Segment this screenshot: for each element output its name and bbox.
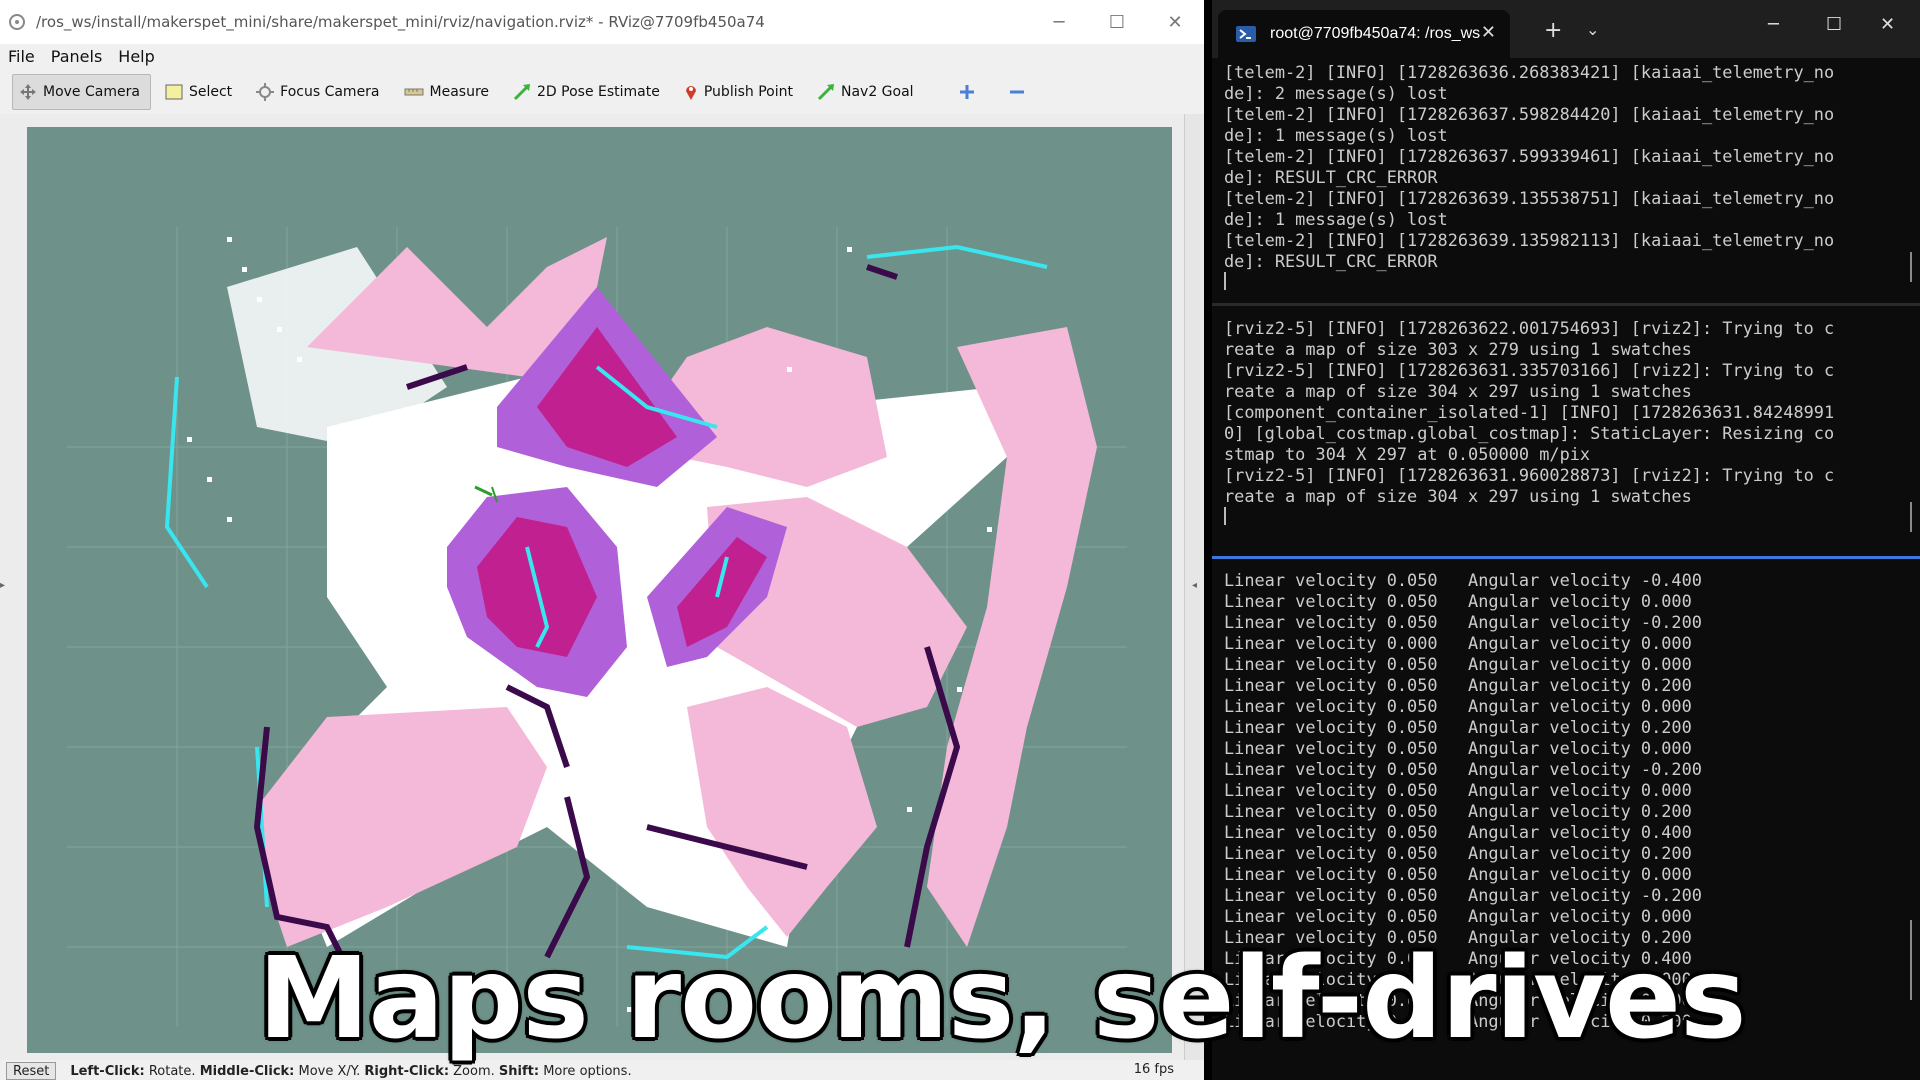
new-tab-button[interactable]: + <box>1544 18 1562 43</box>
hint-move: Move X/Y. <box>298 1063 361 1079</box>
left-dock-handle[interactable]: ▸ <box>0 580 5 591</box>
costmap-render <box>67 227 1127 1027</box>
move-camera-icon <box>19 83 37 101</box>
pose-estimate-tool[interactable]: 2D Pose Estimate <box>507 74 670 110</box>
close-tab-icon[interactable]: ✕ <box>1481 22 1496 43</box>
maximize-button[interactable]: ☐ <box>1088 0 1146 44</box>
hint-more: More options. <box>543 1063 632 1079</box>
move-camera-tool[interactable]: Move Camera <box>12 74 151 110</box>
scrollbar[interactable] <box>1910 502 1912 532</box>
scrollbar[interactable] <box>1910 252 1912 282</box>
hint-right-click: Right-Click: <box>364 1063 450 1079</box>
ruler-icon <box>404 87 424 97</box>
terminal-minimize-button[interactable]: ─ <box>1768 14 1779 35</box>
status-bar: Reset Left-Click: Rotate. Middle-Click: … <box>0 1062 1204 1080</box>
menu-help[interactable]: Help <box>118 47 154 66</box>
focus-camera-icon <box>256 83 275 101</box>
right-dock-handle[interactable]: ◂ <box>1192 580 1197 591</box>
hint-rotate: Rotate. <box>148 1063 196 1079</box>
menubar: File Panels Help <box>0 44 1204 69</box>
nav2-goal-tool[interactable]: Nav2 Goal <box>811 74 924 110</box>
window-title: /ros_ws/install/makerspet_mini/share/mak… <box>36 13 765 31</box>
rviz-log: [rviz2-5] [INFO] [1728263622.001754693] … <box>1224 318 1835 506</box>
terminal-icon <box>1236 26 1256 42</box>
green-arrow-icon <box>513 83 531 101</box>
select-tool[interactable]: Select <box>159 74 242 110</box>
terminal-pane-rviz-log[interactable]: [rviz2-5] [INFO] [1728263622.001754693] … <box>1212 318 1920 554</box>
publish-point-tool[interactable]: Publish Point <box>678 74 803 110</box>
pose-estimate-label: 2D Pose Estimate <box>537 84 660 100</box>
focus-camera-label: Focus Camera <box>280 84 380 100</box>
terminal-tab-title: root@7709fb450a74: /ros_ws <box>1270 25 1481 42</box>
green-arrow-icon <box>817 83 835 101</box>
hint-shift: Shift: <box>498 1063 540 1079</box>
hint-middle-click: Middle-Click: <box>199 1063 295 1079</box>
pane-divider-active[interactable] <box>1212 556 1920 559</box>
hint-left-click: Left-Click: <box>70 1063 145 1079</box>
terminal-close-button[interactable]: ✕ <box>1880 14 1895 35</box>
terminal-window: root@7709fb450a74: /ros_ws ✕ + ⌄ ─ ☐ ✕ [… <box>1212 0 1920 1080</box>
measure-tool[interactable]: Measure <box>398 74 500 110</box>
prompt-cursor-1 <box>1212 272 1920 295</box>
scrollbar[interactable] <box>1910 920 1912 1000</box>
telemetry-log: [telem-2] [INFO] [1728263636.268383421] … <box>1224 62 1835 271</box>
terminal-maximize-button[interactable]: ☐ <box>1826 14 1842 35</box>
rviz-window: /ros_ws/install/makerspet_mini/share/mak… <box>0 0 1204 1080</box>
3d-viewport[interactable] <box>27 127 1172 1053</box>
add-tool-button[interactable] <box>952 77 982 107</box>
terminal-tabbar[interactable]: root@7709fb450a74: /ros_ws ✕ + ⌄ ─ ☐ ✕ <box>1212 0 1920 58</box>
close-button[interactable]: ✕ <box>1146 0 1204 44</box>
remove-tool-button[interactable] <box>1002 77 1032 107</box>
pane-divider[interactable] <box>1212 303 1920 306</box>
publish-point-label: Publish Point <box>703 84 793 100</box>
focus-camera-tool[interactable]: Focus Camera <box>250 74 389 110</box>
terminal-pane-telemetry[interactable]: [telem-2] [INFO] [1728263636.268383421] … <box>1212 62 1920 302</box>
terminal-tab[interactable]: root@7709fb450a74: /ros_ws ✕ <box>1218 10 1510 58</box>
plus-icon <box>959 85 974 99</box>
menu-panels[interactable]: Panels <box>51 47 103 66</box>
tools-toolbar: Move Camera Select Focus Camera Measure … <box>0 72 1204 112</box>
nav2-goal-label: Nav2 Goal <box>840 84 914 100</box>
rviz-app-icon <box>9 14 25 30</box>
rviz-titlebar[interactable]: /ros_ws/install/makerspet_mini/share/mak… <box>0 0 1204 44</box>
map-pin-icon <box>684 83 698 101</box>
minus-icon <box>1009 90 1024 94</box>
select-label: Select <box>188 84 233 100</box>
mouse-hint: Left-Click: Rotate. Middle-Click: Move X… <box>70 1064 631 1079</box>
hint-zoom: Zoom. <box>453 1063 495 1079</box>
menu-file[interactable]: File <box>8 47 35 66</box>
prompt-cursor-2 <box>1212 507 1920 530</box>
move-camera-label: Move Camera <box>43 84 140 100</box>
measure-label: Measure <box>429 84 490 100</box>
select-icon <box>165 84 183 100</box>
minimize-button[interactable]: ─ <box>1030 0 1088 44</box>
reset-button[interactable]: Reset <box>6 1062 57 1080</box>
chevron-down-icon[interactable]: ⌄ <box>1586 20 1599 39</box>
fps-readout: 16 fps <box>1133 1062 1174 1077</box>
video-caption: Maps rooms, self-drives <box>258 934 1747 1064</box>
